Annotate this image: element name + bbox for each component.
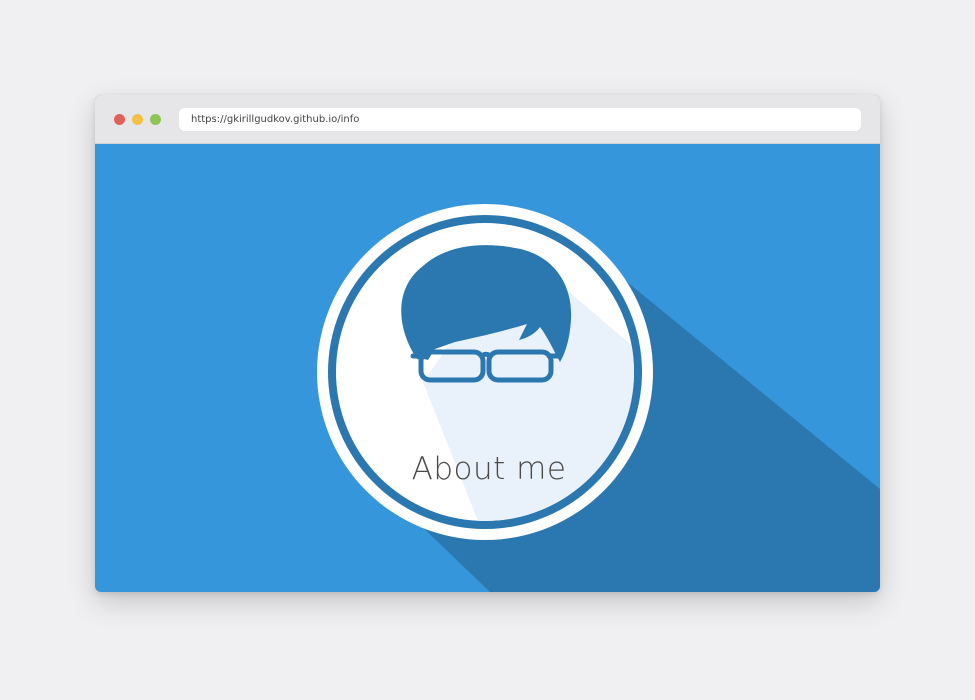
- browser-window: https://gkirillgudkov.github.io/info Abo…: [95, 95, 880, 592]
- minimize-window-button[interactable]: [132, 114, 143, 125]
- close-window-button[interactable]: [114, 114, 125, 125]
- address-bar[interactable]: https://gkirillgudkov.github.io/info: [179, 108, 861, 131]
- maximize-window-button[interactable]: [150, 114, 161, 125]
- about-me-heading[interactable]: About me: [329, 451, 649, 487]
- browser-titlebar: https://gkirillgudkov.github.io/info: [95, 95, 880, 144]
- page-content: About me: [95, 144, 880, 592]
- page-illustration: [317, 204, 880, 592]
